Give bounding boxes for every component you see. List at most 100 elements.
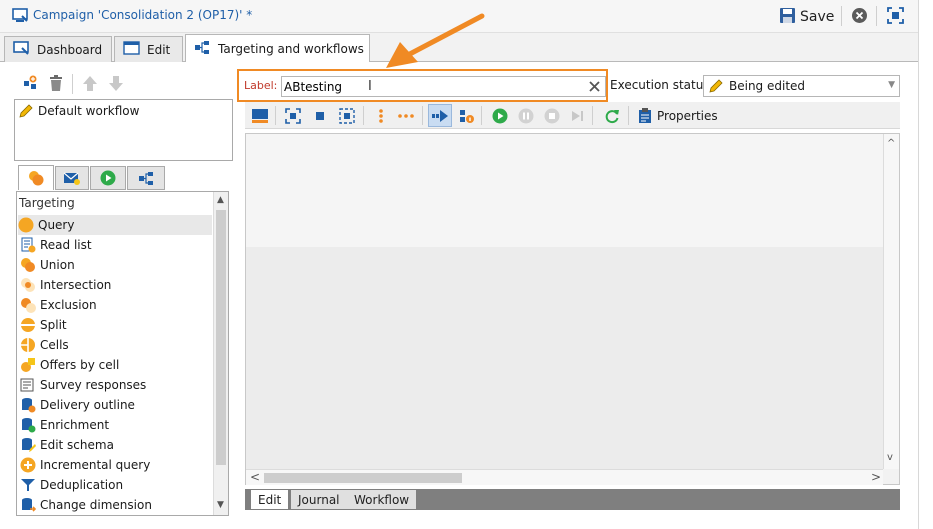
bottom-tab-edit[interactable]: Edit xyxy=(251,490,289,509)
display-mode-button[interactable] xyxy=(250,106,270,126)
window-scrollbar[interactable] xyxy=(918,0,933,529)
scroll-down-icon[interactable]: v xyxy=(887,452,893,463)
bottom-tab-journal[interactable]: Journal xyxy=(291,490,347,509)
execution-status-select[interactable]: Being edited ▼ xyxy=(703,75,900,97)
refresh-button[interactable] xyxy=(602,106,622,126)
incremental-query-icon xyxy=(20,457,36,473)
square-icon xyxy=(316,112,324,120)
activity-union[interactable]: Union xyxy=(20,255,75,275)
scroll-thumb[interactable] xyxy=(216,210,226,465)
cells-icon xyxy=(20,337,36,353)
trash-icon xyxy=(50,75,62,91)
activity-label: Deduplication xyxy=(40,478,124,492)
activity-exclusion[interactable]: Exclusion xyxy=(20,295,97,315)
execution-status-value: Being edited xyxy=(729,79,806,93)
bottom-tab-workflow[interactable]: Workflow xyxy=(347,490,417,509)
palette-section-title: Targeting xyxy=(19,196,75,210)
execute-mode-button[interactable] xyxy=(428,104,452,127)
maximize-button[interactable] xyxy=(887,7,904,27)
scroll-thumb[interactable] xyxy=(264,473,462,483)
zoom-selection-icon xyxy=(339,108,355,124)
activity-change-dimension[interactable]: Change dimension xyxy=(20,495,152,515)
save-button[interactable]: Save xyxy=(779,6,834,28)
vertical-layout-button[interactable] xyxy=(371,106,391,126)
arrow-down-icon xyxy=(109,76,123,91)
palette-scrollbar[interactable]: ▲ ▼ xyxy=(213,192,228,515)
activity-label: Read list xyxy=(40,238,92,252)
delivery-outline-icon xyxy=(20,397,36,413)
clear-icon xyxy=(589,81,600,92)
pause-button[interactable] xyxy=(516,106,536,126)
activity-query[interactable]: Query xyxy=(18,215,212,235)
activity-label: Incremental query xyxy=(40,458,151,472)
tab-label: Targeting and workflows xyxy=(218,41,364,56)
add-workflow-button[interactable] xyxy=(22,75,39,95)
activity-survey-responses[interactable]: Survey responses xyxy=(20,375,146,395)
canvas-horizontal-scrollbar[interactable]: < > xyxy=(246,469,883,485)
enrichment-icon xyxy=(20,417,36,433)
activity-label: Exclusion xyxy=(40,298,97,312)
horizontal-dots-icon xyxy=(398,114,414,118)
activity-enrichment[interactable]: Enrichment xyxy=(20,415,109,435)
activity-offers-by-cell[interactable]: Offers by cell xyxy=(20,355,119,375)
change-dimension-icon xyxy=(20,497,37,513)
tab-targeting-and-workflows[interactable]: Targeting and workflows xyxy=(185,34,370,62)
tab-edit[interactable]: Edit xyxy=(114,36,183,62)
stop-button[interactable] xyxy=(542,106,562,126)
edit-window-icon xyxy=(123,41,140,58)
save-label: Save xyxy=(800,9,835,25)
palette-tab-targeting[interactable] xyxy=(18,165,54,190)
info-workflow-icon xyxy=(460,110,474,123)
execution-status-label: Execution status: xyxy=(610,78,714,92)
palette-tab-flow-control[interactable] xyxy=(90,166,126,190)
toolbar-divider xyxy=(592,106,593,125)
properties-button[interactable]: Properties xyxy=(638,106,718,126)
clear-label-button[interactable] xyxy=(588,80,601,96)
toolbar-divider xyxy=(876,6,877,26)
activity-label: Query xyxy=(38,218,75,232)
horizontal-layout-button[interactable] xyxy=(396,106,416,126)
workflow-canvas[interactable]: ^ v < > xyxy=(245,133,900,485)
add-workflow-icon xyxy=(24,75,37,89)
label-input[interactable] xyxy=(281,76,606,97)
close-button[interactable] xyxy=(851,7,868,27)
pencil-icon xyxy=(18,103,34,119)
unconditional-stop-button[interactable] xyxy=(567,106,587,126)
scroll-up-icon[interactable]: ^ xyxy=(887,138,895,149)
move-up-button[interactable] xyxy=(82,75,98,95)
activity-label: Offers by cell xyxy=(40,358,120,372)
envelope-icon xyxy=(63,172,80,185)
workflow-list-item[interactable]: Default workflow xyxy=(18,101,139,121)
canvas-vertical-scrollbar[interactable]: ^ v xyxy=(883,134,899,469)
scroll-up-icon[interactable]: ▲ xyxy=(217,195,224,205)
palette-tab-deliveries[interactable] xyxy=(55,166,89,190)
toolbar-divider xyxy=(841,6,842,26)
canvas-band xyxy=(246,247,883,469)
zoom-fit-button[interactable] xyxy=(283,106,303,126)
activity-delivery-outline[interactable]: Delivery outline xyxy=(20,395,135,415)
activity-split[interactable]: Split xyxy=(20,315,67,335)
zoom-selection-button[interactable] xyxy=(337,106,357,126)
chevron-down-icon: ▼ xyxy=(888,80,895,90)
delete-workflow-button[interactable] xyxy=(48,75,64,95)
actual-size-button[interactable] xyxy=(310,106,330,126)
scroll-right-icon[interactable]: > xyxy=(871,470,881,484)
skip-icon xyxy=(572,111,583,121)
palette-tab-actions[interactable] xyxy=(127,166,165,190)
start-button[interactable] xyxy=(490,106,510,126)
maximize-icon xyxy=(887,7,904,24)
activity-read-list[interactable]: Read list xyxy=(20,235,92,255)
scroll-left-icon[interactable]: < xyxy=(250,470,260,484)
activity-intersection[interactable]: Intersection xyxy=(20,275,111,295)
exclusion-icon xyxy=(20,297,36,313)
activity-cells[interactable]: Cells xyxy=(20,335,69,355)
move-down-button[interactable] xyxy=(108,75,124,95)
tab-dashboard[interactable]: Dashboard xyxy=(4,36,112,62)
activity-edit-schema[interactable]: Edit schema xyxy=(20,435,114,455)
activity-incremental-query[interactable]: Incremental query xyxy=(20,455,150,475)
execution-info-button[interactable] xyxy=(456,106,476,126)
stop-icon xyxy=(544,108,560,124)
scroll-down-icon[interactable]: ▼ xyxy=(217,500,224,510)
activity-deduplication[interactable]: Deduplication xyxy=(20,475,123,495)
query-icon xyxy=(18,217,34,233)
